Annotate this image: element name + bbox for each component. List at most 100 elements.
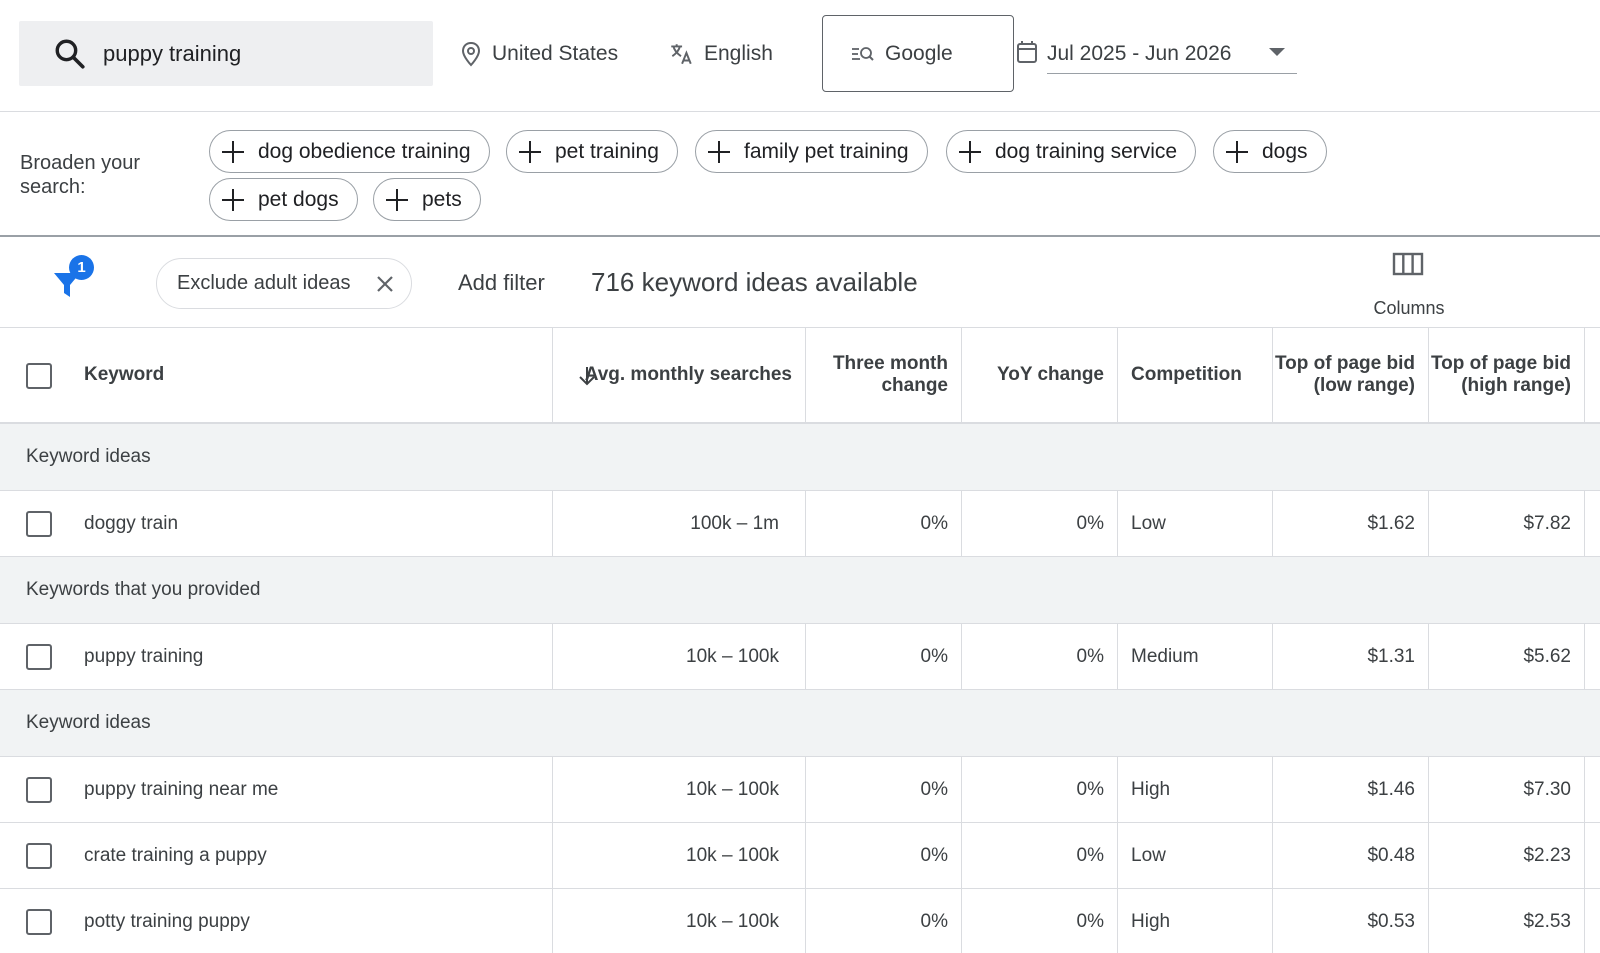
- keyword-cell: puppy training: [84, 645, 204, 667]
- bid-low-cell: $0.53: [1367, 910, 1415, 932]
- date-range-dropdown[interactable]: Jul 2025 - Jun 2026: [1047, 34, 1297, 74]
- plus-icon: [708, 140, 730, 163]
- broaden-chip[interactable]: pet training: [506, 130, 678, 173]
- date-range-label: Jul 2025 - Jun 2026: [1047, 41, 1232, 65]
- header-keyword[interactable]: Keyword: [84, 328, 164, 422]
- bid-low-cell: $1.46: [1367, 778, 1415, 800]
- group-header-row: Keyword ideas: [0, 690, 1600, 757]
- table-row: puppy training near me 10k – 100k 0% 0% …: [0, 757, 1600, 823]
- table-row: potty training puppy 10k – 100k 0% 0% Hi…: [0, 889, 1600, 953]
- bid-low-cell: $1.62: [1367, 512, 1415, 534]
- broaden-chip[interactable]: pets: [373, 178, 481, 221]
- broaden-chip[interactable]: dog obedience training: [209, 130, 490, 173]
- search-engine-label: Google: [885, 41, 953, 65]
- avg-monthly-searches-cell: 100k – 1m: [690, 512, 779, 534]
- competition-cell: High: [1131, 778, 1171, 800]
- three-month-change-cell: 0%: [920, 778, 948, 800]
- header-competition[interactable]: Competition: [1131, 328, 1271, 422]
- table-header-row: Keyword Avg. monthly searches Three mont…: [0, 328, 1600, 424]
- header-three-month-change[interactable]: Three month change: [806, 328, 948, 422]
- three-month-change-cell: 0%: [920, 512, 948, 534]
- select-all-checkbox[interactable]: [26, 363, 52, 389]
- plus-icon: [1226, 140, 1248, 163]
- group-label: Keywords that you provided: [26, 579, 261, 600]
- chip-label: dogs: [1262, 139, 1308, 163]
- row-checkbox[interactable]: [26, 777, 52, 803]
- group-header-row: Keywords that you provided: [0, 557, 1600, 624]
- search-icon: [55, 39, 85, 69]
- header-top-of-page-bid-low[interactable]: Top of page bid (low range): [1273, 328, 1415, 422]
- plus-icon: [519, 140, 541, 163]
- yoy-change-cell: 0%: [1076, 778, 1104, 800]
- location-label: United States: [492, 42, 619, 65]
- three-month-change-cell: 0%: [920, 645, 948, 667]
- group-header-row: Keyword ideas: [0, 424, 1600, 491]
- bid-high-cell: $7.30: [1523, 778, 1571, 800]
- bid-low-cell: $1.31: [1367, 645, 1415, 667]
- top-bar: United States English Google Jul 2025 - …: [0, 0, 1600, 112]
- group-label: Keyword ideas: [26, 446, 151, 467]
- add-filter-button[interactable]: Add filter: [458, 270, 545, 296]
- columns-label: Columns: [1373, 298, 1445, 318]
- columns-icon: [1392, 252, 1424, 276]
- chip-label: pet dogs: [258, 187, 339, 211]
- row-checkbox[interactable]: [26, 909, 52, 935]
- plus-icon: [222, 188, 244, 211]
- avg-monthly-searches-cell: 10k – 100k: [686, 844, 779, 866]
- chip-label: pet training: [555, 139, 659, 163]
- plus-icon: [959, 140, 981, 163]
- three-month-change-cell: 0%: [920, 844, 948, 866]
- search-network-icon: [852, 46, 874, 61]
- dropdown-caret-icon: [1269, 48, 1285, 56]
- table-row: puppy training 10k – 100k 0% 0% Medium $…: [0, 624, 1600, 690]
- keyword-cell: puppy training near me: [84, 778, 279, 800]
- plus-icon: [386, 188, 408, 211]
- chip-label: dog training service: [995, 139, 1178, 163]
- exclude-adult-ideas-chip[interactable]: Exclude adult ideas: [156, 258, 412, 309]
- broaden-chip[interactable]: dogs: [1213, 130, 1327, 173]
- broaden-chip[interactable]: family pet training: [695, 130, 928, 173]
- bid-high-cell: $7.82: [1523, 512, 1571, 534]
- bid-high-cell: $2.53: [1523, 910, 1571, 932]
- competition-cell: Medium: [1131, 645, 1199, 667]
- chip-label: Exclude adult ideas: [177, 272, 351, 294]
- broaden-label: Broaden your search:: [20, 152, 141, 198]
- broaden-chip[interactable]: pet dogs: [209, 178, 358, 221]
- plus-icon: [222, 140, 244, 163]
- three-month-change-cell: 0%: [920, 910, 948, 932]
- avg-monthly-searches-cell: 10k – 100k: [686, 645, 779, 667]
- filter-count-badge: 1: [69, 255, 94, 280]
- header-avg-monthly-searches[interactable]: Avg. monthly searches: [553, 328, 792, 422]
- competition-cell: High: [1131, 910, 1171, 932]
- competition-cell: Low: [1131, 512, 1166, 534]
- header-top-of-page-bid-high[interactable]: Top of page bid (high range): [1429, 328, 1571, 422]
- yoy-change-cell: 0%: [1076, 844, 1104, 866]
- bid-low-cell: $0.48: [1367, 844, 1415, 866]
- search-input[interactable]: [103, 35, 423, 73]
- columns-button[interactable]: Columns: [1350, 245, 1468, 321]
- chip-label: family pet training: [744, 139, 909, 163]
- avg-monthly-searches-cell: 10k – 100k: [686, 910, 779, 932]
- search-box[interactable]: [19, 21, 433, 86]
- row-checkbox[interactable]: [26, 511, 52, 537]
- calendar-icon: [1017, 41, 1037, 63]
- table-row: doggy train 100k – 1m 0% 0% Low $1.62 $7…: [0, 491, 1600, 557]
- row-checkbox[interactable]: [26, 644, 52, 670]
- language-selector[interactable]: English: [668, 34, 773, 74]
- location-selector[interactable]: United States: [460, 34, 618, 74]
- close-icon[interactable]: [375, 274, 395, 294]
- row-checkbox[interactable]: [26, 843, 52, 869]
- broaden-chip[interactable]: dog training service: [946, 130, 1197, 173]
- search-engine-selector[interactable]: Google: [822, 15, 1014, 92]
- keyword-cell: doggy train: [84, 512, 179, 534]
- keyword-cell: crate training a puppy: [84, 844, 267, 866]
- header-yoy-change[interactable]: YoY change: [962, 328, 1104, 422]
- keyword-table: Keyword Avg. monthly searches Three mont…: [0, 328, 1600, 953]
- yoy-change-cell: 0%: [1076, 645, 1104, 667]
- keyword-ideas-count: 716 keyword ideas available: [591, 267, 918, 297]
- location-pin-icon: [461, 41, 481, 67]
- yoy-change-cell: 0%: [1076, 910, 1104, 932]
- translate-icon: [671, 44, 692, 65]
- chip-label: pets: [422, 187, 462, 211]
- keyword-cell: potty training puppy: [84, 910, 250, 932]
